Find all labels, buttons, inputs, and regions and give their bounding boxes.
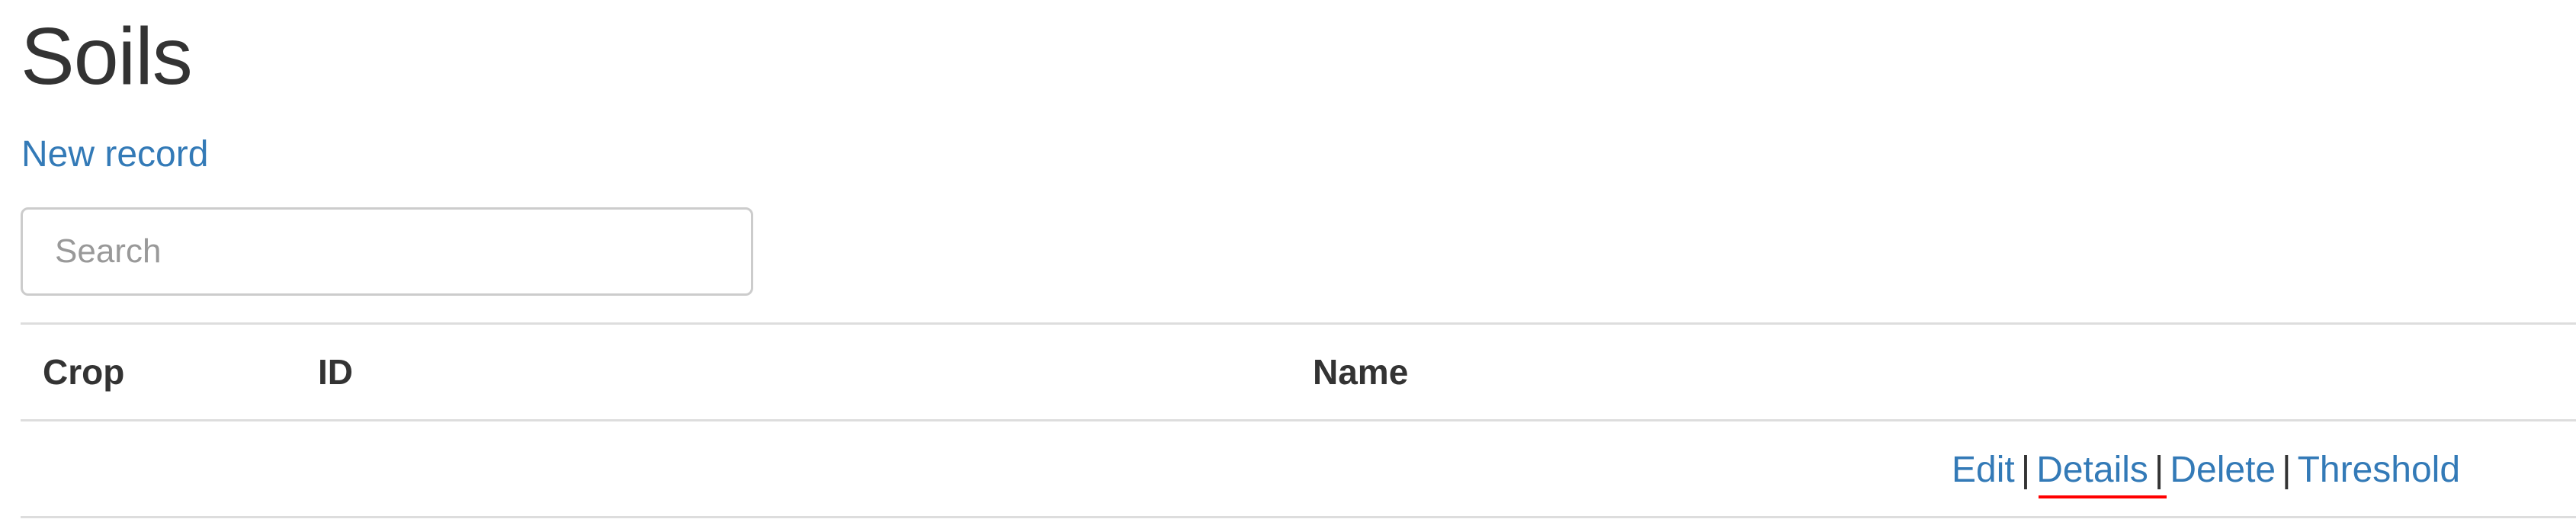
row-divider <box>21 516 2576 518</box>
delete-link[interactable]: Delete <box>2170 450 2276 490</box>
table-top-divider <box>21 322 2576 325</box>
column-header-name: Name <box>1313 352 1409 392</box>
new-record-link[interactable]: New record <box>21 133 208 177</box>
page-title: Soils <box>21 11 193 101</box>
threshold-link[interactable]: Threshold <box>2298 450 2460 490</box>
details-underline-highlight <box>2039 495 2167 498</box>
action-separator: | <box>2020 450 2031 490</box>
action-separator: | <box>2282 450 2292 490</box>
column-header-crop: Crop <box>43 352 125 392</box>
search-input[interactable] <box>23 210 751 293</box>
column-header-id: ID <box>318 352 353 392</box>
page: Soils New record Crop ID Name Edit|Detai… <box>0 0 2576 532</box>
action-separator: | <box>2154 450 2164 490</box>
header-divider <box>21 419 2576 421</box>
details-link[interactable]: Details <box>2036 450 2148 490</box>
edit-link[interactable]: Edit <box>1952 450 2015 490</box>
search-box <box>21 207 753 296</box>
row-actions: Edit | Details | Delete | Threshold <box>1952 448 2460 492</box>
